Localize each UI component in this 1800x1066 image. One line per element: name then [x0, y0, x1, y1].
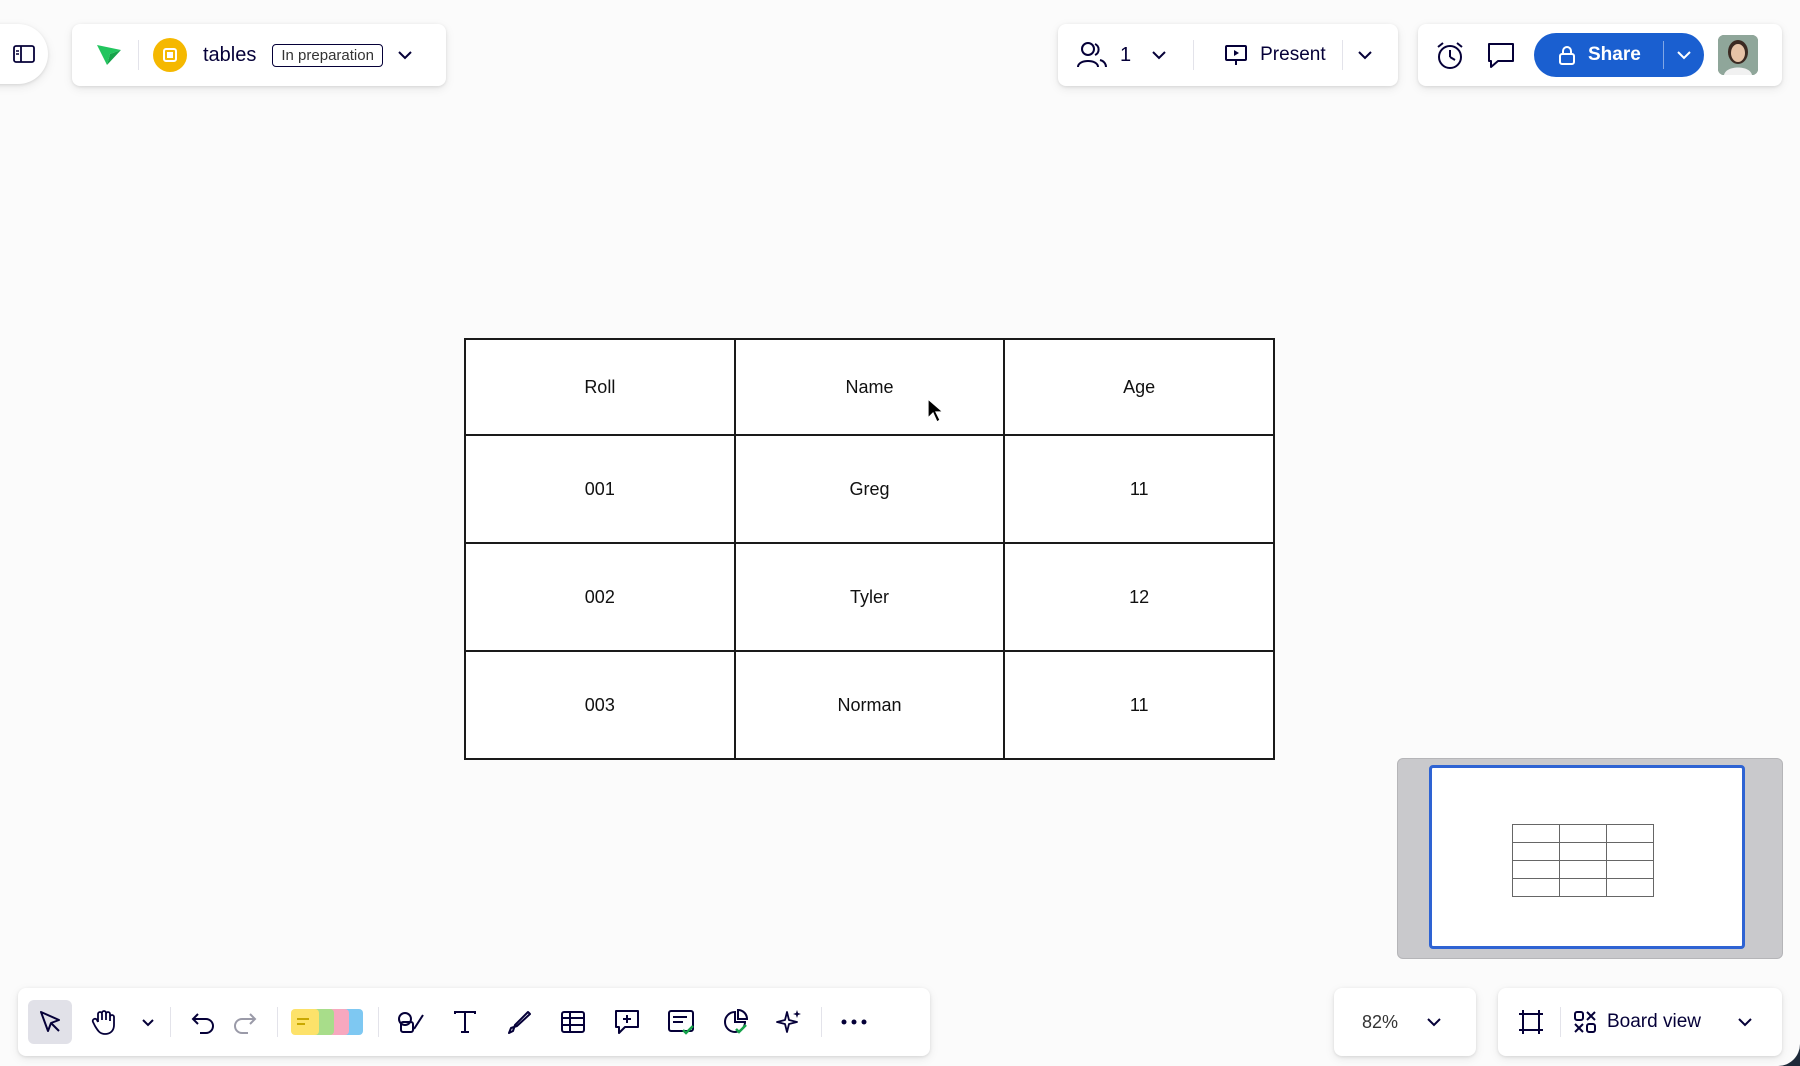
card-tool-button[interactable] — [659, 1000, 703, 1044]
divider — [277, 1007, 278, 1037]
table-row: 002 Tyler 12 — [464, 542, 1275, 652]
chevron-down-icon[interactable] — [397, 50, 413, 60]
comment-add-icon — [613, 1008, 641, 1036]
table-row: 003 Norman 11 — [464, 650, 1275, 760]
sticky-notes-icon — [289, 1006, 367, 1038]
shapes-tool-button[interactable] — [389, 1000, 433, 1044]
board-view-icon[interactable] — [1573, 1010, 1597, 1034]
table-cell[interactable]: 12 — [1003, 542, 1275, 652]
undo-button[interactable] — [181, 1000, 225, 1044]
minimap-table-preview — [1512, 824, 1654, 897]
status-badge[interactable]: In preparation — [272, 43, 383, 67]
ai-tool-button[interactable] — [767, 1000, 811, 1044]
users-icon[interactable] — [1076, 41, 1108, 69]
board-title-panel: tables In preparation — [72, 24, 446, 86]
redo-icon — [232, 1010, 258, 1034]
text-icon — [452, 1009, 478, 1035]
table-cell[interactable]: Norman — [733, 650, 1006, 760]
sidebar-toggle-panel — [0, 24, 48, 84]
divider — [1193, 40, 1195, 70]
redo-button[interactable] — [223, 1000, 267, 1044]
more-tools-button[interactable] — [832, 1000, 876, 1044]
comment-icon[interactable] — [1486, 41, 1516, 69]
avatar[interactable] — [1718, 35, 1758, 75]
table-cell[interactable]: 11 — [1003, 434, 1275, 544]
table-row: 001 Greg 11 — [464, 434, 1275, 544]
frame-icon[interactable] — [1516, 1007, 1546, 1037]
zoom-panel: 82% — [1334, 988, 1476, 1056]
collaborators-count[interactable]: 1 — [1120, 44, 1131, 67]
table-tool-button[interactable] — [551, 1000, 595, 1044]
chevron-down-icon[interactable] — [1357, 50, 1373, 60]
table-header-cell[interactable]: Name — [733, 338, 1006, 436]
chevron-down-icon[interactable] — [1676, 50, 1692, 60]
mouse-cursor-icon — [926, 397, 945, 429]
table-cell[interactable]: 001 — [464, 434, 736, 544]
divider — [1560, 1007, 1561, 1037]
divider — [378, 1007, 379, 1037]
chevron-down-icon[interactable] — [136, 1018, 160, 1027]
bottom-toolbar — [18, 988, 930, 1056]
minimap[interactable] — [1397, 758, 1783, 959]
table-cell[interactable]: Greg — [733, 434, 1006, 544]
sticky-notes-button[interactable] — [288, 1000, 368, 1044]
chevron-down-icon[interactable] — [1426, 1017, 1442, 1027]
comment-tool-button[interactable] — [605, 1000, 649, 1044]
table-cell[interactable]: 002 — [464, 542, 736, 652]
divider — [1662, 41, 1664, 69]
share-label: Share — [1588, 44, 1641, 65]
table-cell[interactable]: 11 — [1003, 650, 1275, 760]
apps-icon — [721, 1008, 749, 1036]
sidebar-toggle-icon[interactable] — [13, 45, 35, 63]
logo-icon[interactable] — [92, 42, 126, 68]
divider — [170, 1007, 171, 1037]
hand-icon — [91, 1008, 117, 1036]
divider — [1341, 40, 1343, 70]
chevron-down-icon[interactable] — [1737, 1017, 1753, 1027]
share-panel: Share — [1418, 24, 1782, 86]
table-icon — [560, 1010, 586, 1034]
present-icon[interactable] — [1224, 43, 1248, 67]
pen-icon — [506, 1009, 532, 1035]
apps-tool-button[interactable] — [713, 1000, 757, 1044]
table-header-cell[interactable]: Roll — [464, 338, 736, 436]
zoom-level[interactable]: 82% — [1362, 1012, 1398, 1033]
board-title[interactable]: tables — [203, 44, 256, 67]
app-window: tables In preparation 1 Present Share Ro… — [0, 0, 1800, 1066]
more-icon — [840, 1018, 868, 1026]
text-tool-button[interactable] — [443, 1000, 487, 1044]
ai-sparkle-icon — [775, 1008, 803, 1036]
lock-icon — [1558, 45, 1576, 65]
pen-tool-button[interactable] — [497, 1000, 541, 1044]
table-cell[interactable]: Tyler — [733, 542, 1006, 652]
board-icon[interactable] — [153, 38, 187, 72]
collaboration-panel: 1 Present — [1058, 24, 1398, 86]
board-view-button[interactable]: Board view — [1607, 1011, 1701, 1033]
undo-icon — [190, 1010, 216, 1034]
board-view-panel: Board view — [1498, 988, 1782, 1056]
table-header-row: Roll Name Age — [464, 338, 1275, 436]
shapes-icon — [396, 1009, 426, 1035]
select-tool-button[interactable] — [28, 1000, 72, 1044]
board-table[interactable]: Roll Name Age 001 Greg 11 002 Tyler 12 0… — [464, 338, 1275, 760]
divider — [821, 1007, 822, 1037]
table-cell[interactable]: 003 — [464, 650, 736, 760]
present-button[interactable]: Present — [1260, 44, 1325, 66]
share-button[interactable]: Share — [1534, 33, 1704, 77]
hand-tool-button[interactable] — [82, 1000, 126, 1044]
chevron-down-icon[interactable] — [1151, 50, 1167, 60]
card-icon — [667, 1008, 695, 1036]
cursor-icon — [37, 1009, 63, 1035]
table-header-cell[interactable]: Age — [1003, 338, 1275, 436]
minimap-viewport[interactable] — [1429, 765, 1745, 949]
divider — [138, 40, 139, 70]
timer-icon[interactable] — [1434, 40, 1466, 70]
